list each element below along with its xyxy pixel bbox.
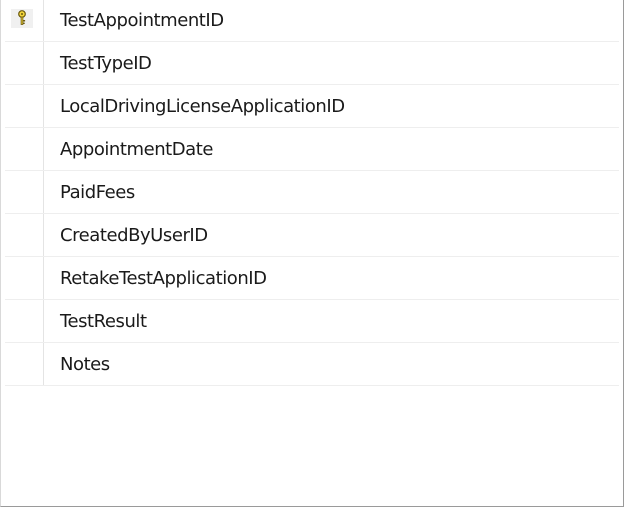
column-name[interactable]: TestAppointmentID	[44, 0, 619, 41]
column-name[interactable]: RetakeTestApplicationID	[44, 257, 619, 299]
column-list: TestAppointmentID TestTypeID LocalDrivin…	[5, 0, 619, 386]
column-row-localdrivinglicenseapplicationid[interactable]: LocalDrivingLicenseApplicationID	[5, 85, 619, 128]
column-name[interactable]: TestResult	[44, 300, 619, 342]
column-name[interactable]: PaidFees	[44, 171, 619, 213]
column-row-testtypeid[interactable]: TestTypeID	[5, 42, 619, 85]
column-row-testappointmentid[interactable]: TestAppointmentID	[5, 0, 619, 42]
column-row-retaketestapplicationid[interactable]: RetakeTestApplicationID	[5, 257, 619, 300]
primary-key-marker	[11, 9, 33, 28]
row-selector[interactable]	[5, 300, 44, 342]
row-selector[interactable]	[5, 214, 44, 256]
column-name[interactable]: Notes	[44, 343, 619, 385]
column-row-paidfees[interactable]: PaidFees	[5, 171, 619, 214]
column-name[interactable]: AppointmentDate	[44, 128, 619, 170]
column-row-testresult[interactable]: TestResult	[5, 300, 619, 343]
column-name[interactable]: CreatedByUserID	[44, 214, 619, 256]
column-row-notes[interactable]: Notes	[5, 343, 619, 386]
row-selector[interactable]	[5, 343, 44, 385]
row-selector[interactable]	[5, 128, 44, 170]
row-selector[interactable]	[5, 171, 44, 213]
column-row-appointmentdate[interactable]: AppointmentDate	[5, 128, 619, 171]
row-selector[interactable]	[5, 0, 44, 41]
column-name[interactable]: TestTypeID	[44, 42, 619, 84]
row-selector[interactable]	[5, 85, 44, 127]
empty-table-area[interactable]	[5, 387, 619, 506]
row-selector[interactable]	[5, 42, 44, 84]
key-icon	[18, 10, 26, 25]
column-name[interactable]: LocalDrivingLicenseApplicationID	[44, 85, 619, 127]
row-selector[interactable]	[5, 257, 44, 299]
column-row-createdbyuserid[interactable]: CreatedByUserID	[5, 214, 619, 257]
table-design-panel: TestAppointmentID TestTypeID LocalDrivin…	[0, 0, 624, 507]
